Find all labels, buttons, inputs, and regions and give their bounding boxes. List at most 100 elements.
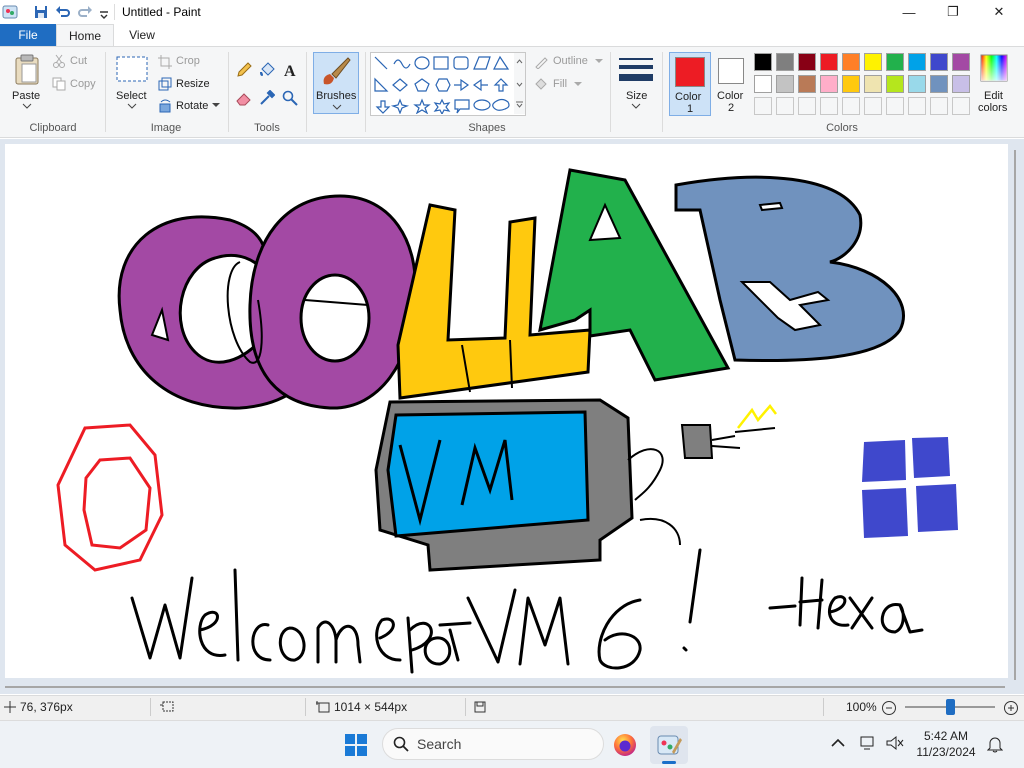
size-dropdown-icon[interactable]: [631, 103, 641, 109]
horizontal-scrollbar[interactable]: [5, 684, 1005, 690]
brushes-button[interactable]: Brushes: [313, 52, 359, 114]
shapes-gallery-icons[interactable]: [372, 54, 512, 114]
paint-taskbar-button[interactable]: [650, 726, 688, 764]
paste-icon[interactable]: [14, 54, 42, 86]
canvas-drawing[interactable]: [5, 144, 1008, 678]
status-divider: [305, 698, 306, 716]
notification-bell-icon[interactable]: [987, 735, 1003, 753]
select-label[interactable]: Select: [116, 90, 147, 102]
palette-swatch[interactable]: [798, 75, 816, 93]
eraser-icon[interactable]: [236, 90, 252, 106]
palette-swatch[interactable]: [908, 75, 926, 93]
fill-label: Fill: [553, 78, 568, 90]
color2-number: 2: [728, 102, 735, 114]
palette-custom-slot[interactable]: [798, 97, 816, 115]
palette-custom-slot[interactable]: [864, 97, 882, 115]
crosshair-icon: [4, 701, 16, 713]
palette-swatch[interactable]: [798, 53, 816, 71]
close-button[interactable]: ✕: [976, 0, 1022, 24]
palette-custom-slot[interactable]: [820, 97, 838, 115]
select-dropdown-icon[interactable]: [127, 103, 137, 109]
paste-dropdown-icon[interactable]: [22, 103, 32, 109]
edit-colors-icon[interactable]: [980, 54, 1008, 82]
palette-swatch[interactable]: [842, 53, 860, 71]
palette-swatch[interactable]: [842, 75, 860, 93]
palette-swatch[interactable]: [864, 53, 882, 71]
status-divider: [150, 698, 151, 716]
canvas-size-icon: [316, 701, 330, 713]
drawing-canvas[interactable]: [5, 144, 1008, 678]
palette-swatch[interactable]: [776, 53, 794, 71]
zoom-in-icon[interactable]: [1003, 700, 1019, 716]
maximize-button[interactable]: ❐: [930, 0, 976, 24]
clock-date[interactable]: 11/23/2024: [914, 745, 978, 759]
canvas-size-text: 1014 × 544px: [334, 700, 408, 714]
palette-custom-slot[interactable]: [930, 97, 948, 115]
clock-time[interactable]: 5:42 AM: [914, 729, 978, 743]
undo-icon[interactable]: [55, 4, 71, 20]
pencil-icon[interactable]: [236, 62, 252, 78]
show-hidden-icons-icon[interactable]: [831, 738, 845, 748]
palette-swatch[interactable]: [754, 53, 772, 71]
palette-custom-slot[interactable]: [842, 97, 860, 115]
redo-icon[interactable]: [77, 4, 93, 20]
resize-icon[interactable]: [158, 77, 172, 91]
paint-app-icon: [2, 5, 18, 19]
size-label[interactable]: Size: [626, 90, 647, 102]
taskbar-search-box[interactable]: Search: [382, 728, 604, 760]
fill-bucket-icon[interactable]: [259, 62, 275, 78]
palette-swatch[interactable]: [886, 75, 904, 93]
edit-colors-label-line2[interactable]: colors: [978, 102, 1007, 114]
palette-custom-slot[interactable]: [754, 97, 772, 115]
resize-label[interactable]: Resize: [176, 78, 210, 90]
palette-custom-slot[interactable]: [908, 97, 926, 115]
palette-swatch[interactable]: [820, 75, 838, 93]
canvas-size: 1014 × 544px: [316, 700, 407, 714]
palette-swatch[interactable]: [864, 75, 882, 93]
palette-swatch[interactable]: [820, 53, 838, 71]
start-icon[interactable]: [344, 733, 368, 757]
network-icon[interactable]: [860, 735, 878, 751]
palette-swatch[interactable]: [952, 75, 970, 93]
palette-swatch[interactable]: [930, 53, 948, 71]
edit-colors-label-line1[interactable]: Edit: [984, 90, 1003, 102]
status-divider: [465, 698, 466, 716]
rotate-dropdown-icon[interactable]: [212, 103, 220, 109]
paste-label[interactable]: Paste: [12, 90, 40, 102]
tab-view[interactable]: View: [114, 24, 170, 46]
file-menu-tab[interactable]: File: [0, 24, 56, 46]
rotate-label[interactable]: Rotate: [176, 100, 208, 112]
size-icon[interactable]: [619, 56, 653, 84]
vertical-scrollbar[interactable]: [1012, 150, 1018, 680]
text-tool-icon[interactable]: A: [282, 62, 298, 78]
volume-muted-icon[interactable]: [886, 735, 904, 751]
color2-button[interactable]: Color 2: [713, 52, 751, 116]
palette-custom-slot[interactable]: [952, 97, 970, 115]
save-icon[interactable]: [33, 4, 49, 20]
zoom-slider-thumb[interactable]: [946, 699, 955, 715]
color-picker-icon[interactable]: [259, 90, 275, 106]
select-icon[interactable]: [116, 56, 148, 82]
customize-toolbar-icon[interactable]: [98, 4, 110, 20]
tab-home[interactable]: Home: [56, 24, 114, 46]
palette-swatch[interactable]: [776, 75, 794, 93]
shapes-scroll[interactable]: [514, 53, 525, 114]
palette-swatch[interactable]: [754, 75, 772, 93]
color1-button[interactable]: Color 1: [669, 52, 711, 116]
magnifier-icon[interactable]: [282, 90, 298, 106]
firefox-icon[interactable]: [612, 732, 638, 758]
cut-icon: [53, 54, 65, 68]
palette-swatch[interactable]: [908, 53, 926, 71]
crop-icon: [158, 55, 172, 69]
palette-swatch[interactable]: [886, 53, 904, 71]
rotate-icon[interactable]: [158, 99, 172, 113]
zoom-level: 100%: [846, 700, 877, 714]
palette-custom-slot[interactable]: [776, 97, 794, 115]
minimize-button[interactable]: —: [886, 0, 932, 24]
palette-custom-slot[interactable]: [886, 97, 904, 115]
zoom-out-icon[interactable]: [881, 700, 897, 716]
group-separator: [306, 52, 307, 132]
cut-label: Cut: [70, 55, 88, 67]
palette-swatch[interactable]: [930, 75, 948, 93]
palette-swatch[interactable]: [952, 53, 970, 71]
